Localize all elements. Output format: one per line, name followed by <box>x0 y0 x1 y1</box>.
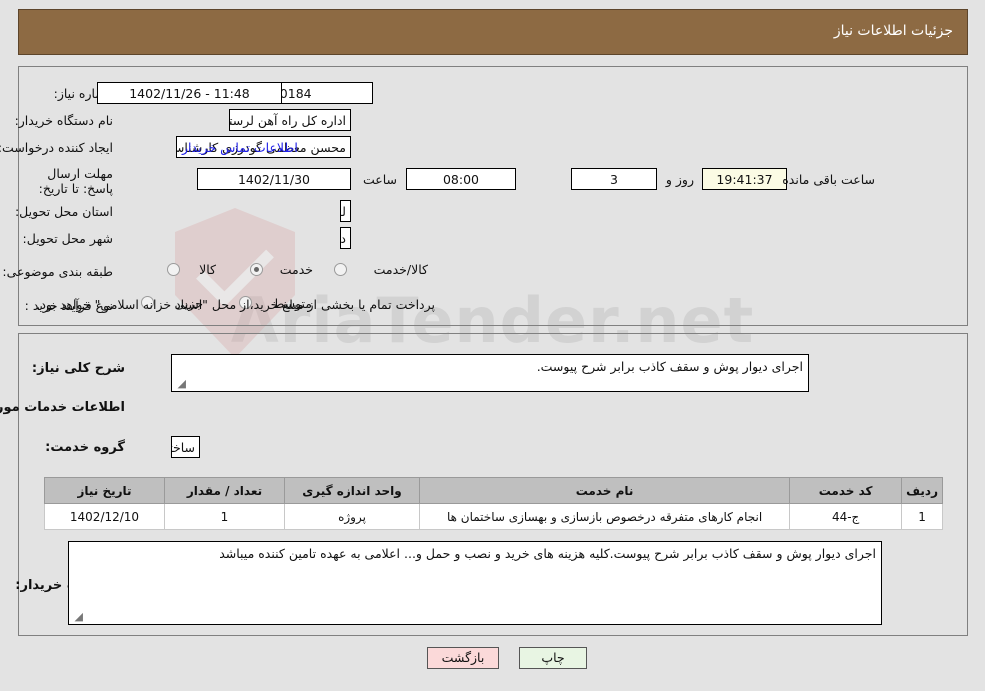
service-group-label: گروه خدمت: <box>45 440 125 455</box>
deadline-date-value: 1402/11/30 <box>197 168 351 190</box>
cell-quantity: 1 <box>164 503 285 530</box>
table-header-row: ردیف کد خدمت نام خدمت واحد اندازه گیری ت… <box>44 477 943 504</box>
th-unit: واحد اندازه گیری <box>284 477 420 504</box>
th-service-code: کد خدمت <box>789 477 903 504</box>
buyer-org-value: اداره کل راه آهن لرستان <box>229 109 351 131</box>
service-group-value: ساختمان <box>171 436 200 458</box>
process-type-note: پرداخت تمام یا بخشی از مبلغ خرید،از محل … <box>36 297 435 312</box>
page-title: جزئیات اطلاعات نیاز <box>833 23 953 39</box>
province-value: لرستان <box>340 200 351 222</box>
services-section-title: اطلاعات خدمات مورد نیاز <box>0 400 125 415</box>
category-label: طبقه بندی موضوعی: <box>2 264 113 279</box>
header-bar: جزئیات اطلاعات نیاز <box>18 9 968 55</box>
resize-grip-icon-2[interactable]: ◢ <box>71 611 83 623</box>
radio-category-kala-label: کالا <box>199 262 216 277</box>
radio-category-khedmat[interactable] <box>250 263 263 276</box>
resize-grip-icon[interactable]: ◢ <box>174 378 186 390</box>
general-desc-label: شرح کلی نیاز: <box>31 361 125 376</box>
page-root: AriaTender.net جزئیات اطلاعات نیاز شماره… <box>0 0 985 691</box>
requester-label: ایجاد کننده درخواست: <box>0 140 113 155</box>
general-desc-value: اجرای دیوار پوش و سقف کاذب برابر شرح پیو… <box>536 359 803 374</box>
th-quantity: تعداد / مقدار <box>164 477 285 504</box>
general-desc-textarea[interactable]: اجرای دیوار پوش و سقف کاذب برابر شرح پیو… <box>171 354 809 392</box>
days-remaining-label: روز و <box>665 172 694 187</box>
cell-row-index: 1 <box>901 503 943 530</box>
services-table-wrapper: ردیف کد خدمت نام خدمت واحد اندازه گیری ت… <box>44 477 943 530</box>
buyer-notes-value: اجرای دیوار پوش و سقف کاذب برابر شرح پیو… <box>219 546 876 561</box>
deadline-label: مهلت ارسال پاسخ: تا تاریخ: <box>38 166 113 196</box>
countdown-value: 19:41:37 <box>702 168 787 190</box>
radio-category-kala[interactable] <box>167 263 180 276</box>
cell-unit: پروژه <box>284 503 420 530</box>
back-button[interactable]: بازگشت <box>427 647 499 669</box>
table-row: 1 ج-44 انجام کارهای متفرقه درخصوص بازساز… <box>44 503 943 530</box>
buyer-contact-link[interactable]: اطلاعات تماس خریدار <box>182 140 298 155</box>
need-info-panel <box>18 66 968 326</box>
cell-service-name: انجام کارهای متفرقه درخصوص بازسازی و بهس… <box>418 503 791 530</box>
cell-service-code: ج-44 <box>789 503 903 530</box>
radio-category-kala-khedmat[interactable] <box>334 263 347 276</box>
countdown-label: ساعت باقی مانده <box>782 172 875 187</box>
deadline-hour-value: 08:00 <box>406 168 516 190</box>
th-service-name: نام خدمت <box>418 477 791 504</box>
announce-datetime-value: 1402/11/26 - 11:48 <box>97 82 282 104</box>
buyer-org-label: نام دستگاه خریدار: <box>14 113 113 128</box>
days-remaining-value: 3 <box>571 168 657 190</box>
th-need-date: تاریخ نیاز <box>44 477 165 504</box>
buyer-notes-textarea[interactable]: اجرای دیوار پوش و سقف کاذب برابر شرح پیو… <box>68 541 882 625</box>
deadline-hour-label: ساعت <box>362 172 397 187</box>
services-table: ردیف کد خدمت نام خدمت واحد اندازه گیری ت… <box>44 477 943 530</box>
cell-need-date: 1402/12/10 <box>44 503 165 530</box>
city-value: دورود <box>340 227 351 249</box>
radio-category-kala-khedmat-label: کالا/خدمت <box>373 262 428 277</box>
print-button[interactable]: چاپ <box>519 647 587 669</box>
th-row-index: ردیف <box>901 477 943 504</box>
radio-category-khedmat-label: خدمت <box>279 262 313 277</box>
city-label: شهر محل تحویل: <box>22 231 113 246</box>
province-label: استان محل تحویل: <box>14 204 113 219</box>
